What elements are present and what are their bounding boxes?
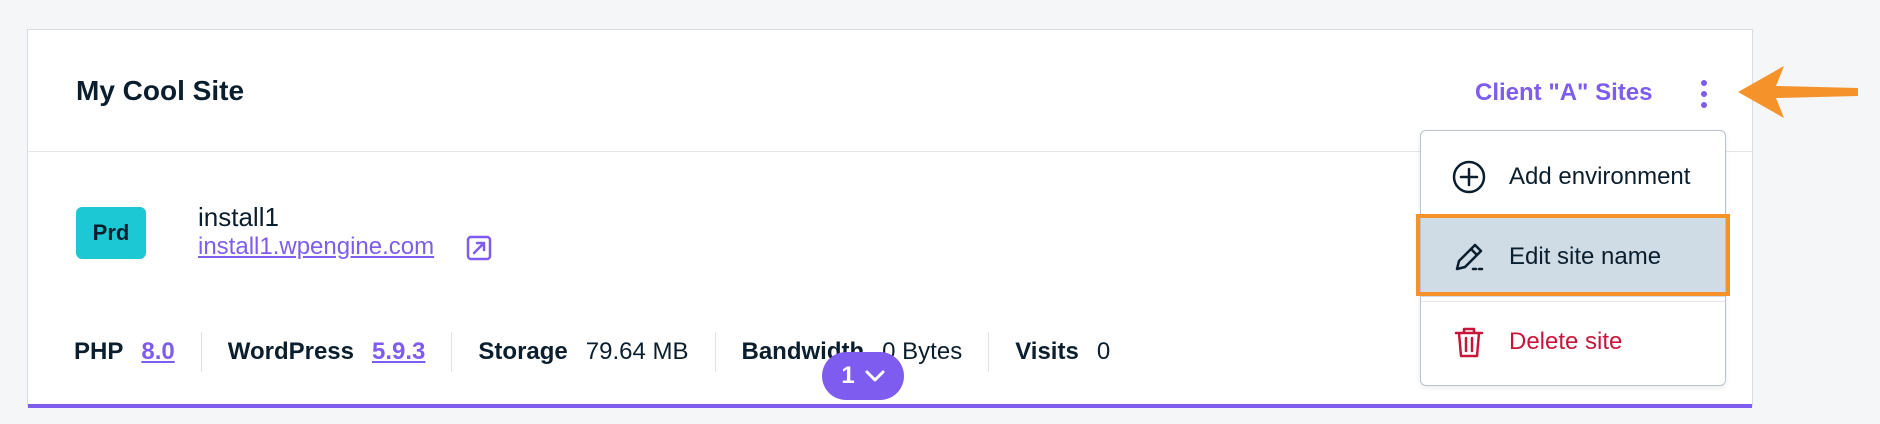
stat-value: 0 (1096, 338, 1111, 365)
trash-icon (1454, 327, 1484, 357)
plus-circle-icon (1452, 160, 1486, 194)
expand-environments-button[interactable]: 1 (822, 352, 904, 400)
stat-wordpress: WordPress 5.9.3 (200, 332, 452, 372)
more-options-icon[interactable] (1696, 80, 1712, 114)
card-bottom-accent (28, 404, 1752, 408)
menu-item-label: Add environment (1509, 163, 1691, 190)
site-title: My Cool Site (76, 75, 245, 106)
menu-item-add-environment[interactable]: Add environment (1421, 137, 1725, 217)
chevron-down-icon (865, 370, 885, 382)
install-url-link[interactable]: install1.wpengine.com (198, 233, 434, 261)
install-stats: PHP 8.0 WordPress 5.9.3 Storage 79.64 MB… (74, 332, 1136, 372)
menu-item-label: Delete site (1509, 327, 1623, 355)
stat-label: Visits (1015, 338, 1079, 365)
stat-label: PHP (74, 338, 124, 365)
environment-badge: Prd (76, 207, 146, 259)
install-name: install1 (198, 202, 279, 232)
menu-item-edit-site-name[interactable]: Edit site name (1421, 217, 1725, 297)
stat-storage: Storage 79.64 MB (451, 332, 714, 372)
menu-item-label: Edit site name (1509, 243, 1662, 270)
pencil-icon (1455, 243, 1485, 271)
stat-label: WordPress (227, 338, 355, 365)
stat-label: Storage (478, 338, 568, 365)
wordpress-version-link[interactable]: 5.9.3 (372, 338, 425, 366)
stat-php: PHP 8.0 (74, 332, 201, 372)
annotation-arrow-icon (1738, 66, 1858, 118)
site-options-menu: Add environment Edit site name Delete si… (1420, 130, 1726, 386)
stat-visits: Visits 0 (988, 332, 1136, 372)
external-link-icon[interactable] (466, 235, 492, 261)
stat-value: 79.64 MB (585, 338, 689, 365)
menu-item-delete-site[interactable]: Delete site (1421, 301, 1725, 381)
site-group-link[interactable]: Client "A" Sites (1475, 79, 1652, 107)
php-version-link[interactable]: 8.0 (141, 338, 174, 366)
environment-count: 1 (841, 362, 855, 389)
